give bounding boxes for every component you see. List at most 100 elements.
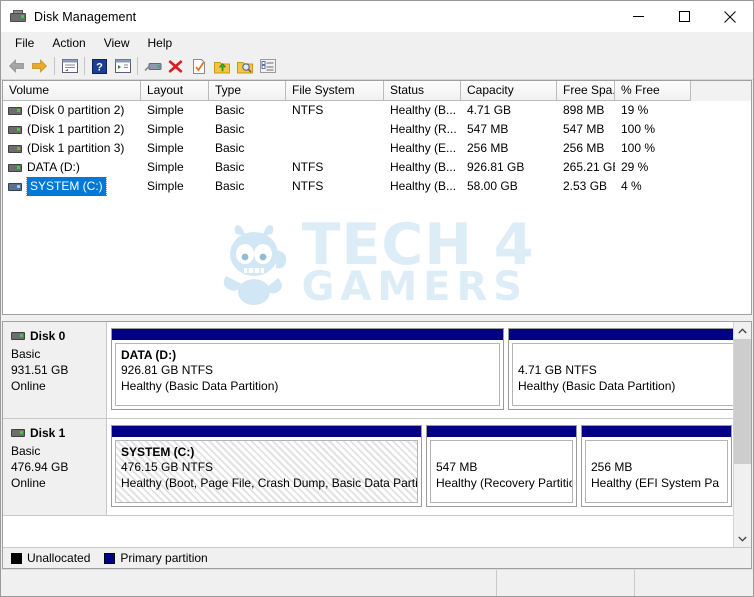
menu-view[interactable]: View	[95, 34, 139, 52]
menu-file[interactable]: File	[6, 34, 43, 52]
partition-title: DATA (D:)	[121, 348, 177, 362]
scroll-up-icon[interactable]	[734, 322, 751, 339]
unallocated-swatch-icon	[11, 552, 22, 564]
status-pane-2	[497, 570, 635, 596]
table-row[interactable]: DATA (D:) Simple Basic NTFS Healthy (B..…	[3, 158, 751, 177]
cell-free-space: 898 MB	[563, 103, 605, 117]
graphical-view-pane[interactable]: Disk 0 Basic 931.51 GB Online DATA (D:) …	[2, 321, 752, 569]
disk-size: 931.51 GB	[11, 363, 69, 377]
partition-block[interactable]: 4.71 GB NTFS Healthy (Basic Data Partiti…	[508, 328, 733, 410]
create-vhd-icon[interactable]	[233, 55, 256, 77]
table-row[interactable]: (Disk 1 partition 3) Simple Basic Health…	[3, 139, 751, 158]
cell-capacity: 256 MB	[467, 141, 509, 155]
table-row[interactable]: (Disk 0 partition 2) Simple Basic NTFS H…	[3, 101, 751, 120]
column-header-free-space[interactable]: Free Spa...	[557, 81, 615, 101]
menu-help[interactable]: Help	[139, 34, 182, 52]
toolbar-separator	[54, 57, 55, 75]
cell-free-space: 2.53 GB	[563, 179, 608, 193]
show-hide-action-pane-icon[interactable]	[111, 55, 134, 77]
menu-action[interactable]: Action	[43, 34, 94, 52]
legend: Unallocated Primary partition	[3, 547, 751, 568]
cell-percent-free: 100 %	[621, 122, 656, 136]
mascot-icon	[223, 225, 286, 305]
column-header-percent-free[interactable]: % Free	[615, 81, 691, 101]
cell-percent-free: 100 %	[621, 141, 656, 155]
column-header-type[interactable]: Type	[209, 81, 286, 101]
partition-size-fs: 256 MB	[591, 460, 633, 474]
cell-volume[interactable]: (Disk 0 partition 2)	[3, 101, 141, 120]
cell-volume[interactable]: SYSTEM (C:)	[3, 177, 141, 196]
column-header-file-system[interactable]: File System	[286, 81, 384, 101]
status-pane-1	[1, 570, 497, 596]
column-header-capacity[interactable]: Capacity	[461, 81, 557, 101]
disk-name: Disk 1	[30, 426, 66, 440]
column-header-layout[interactable]: Layout	[141, 81, 209, 101]
cell-layout: Simple	[147, 179, 184, 193]
table-row[interactable]: (Disk 1 partition 2) Simple Basic Health…	[3, 120, 751, 139]
partition-health: Healthy (Basic Data Partition)	[121, 379, 279, 393]
volume-drive-icon	[8, 106, 22, 115]
partition-block[interactable]: 547 MB Healthy (Recovery Partitio	[426, 425, 577, 507]
minimize-button[interactable]	[615, 1, 661, 32]
disk-title-1: Disk 1	[11, 426, 106, 440]
all-tasks-icon[interactable]	[256, 55, 279, 77]
partition-details: SYSTEM (C:) 476.15 GB NTFS Healthy (Boot…	[115, 440, 418, 503]
menu-bar: File Action View Help	[1, 32, 753, 53]
cell-capacity: 547 MB	[467, 122, 509, 136]
cell-volume[interactable]: (Disk 1 partition 3)	[3, 139, 141, 158]
cell-percent-free: 4 %	[621, 179, 642, 193]
rescan-disks-icon[interactable]	[141, 55, 164, 77]
disk-title-0: Disk 0	[11, 329, 106, 343]
partition-health: Healthy (Recovery Partitio	[436, 476, 573, 490]
disk-row-1[interactable]: Disk 1 Basic 476.94 GB Online SYSTEM (C:…	[3, 419, 733, 516]
volume-drive-icon	[8, 182, 22, 191]
help-icon[interactable]: ?	[88, 55, 111, 77]
status-pane-3	[635, 570, 753, 596]
close-button[interactable]	[707, 1, 753, 32]
legend-label: Unallocated	[27, 551, 91, 565]
disk-list: Disk 0 Basic 931.51 GB Online DATA (D:) …	[3, 322, 733, 547]
scroll-down-icon[interactable]	[734, 530, 751, 547]
properties-icon[interactable]	[187, 55, 210, 77]
disk-info-1[interactable]: Disk 1 Basic 476.94 GB Online	[3, 419, 107, 515]
attach-vhd-icon[interactable]	[210, 55, 233, 77]
partition-block[interactable]: 256 MB Healthy (EFI System Pa	[581, 425, 732, 507]
cell-type: Basic	[215, 141, 245, 155]
disk-name: Disk 0	[30, 329, 66, 343]
disk-info-0[interactable]: Disk 0 Basic 931.51 GB Online	[3, 322, 107, 418]
cell-volume[interactable]: (Disk 1 partition 2)	[3, 120, 141, 139]
forward-arrow-icon[interactable]	[28, 55, 51, 77]
column-header-volume[interactable]: Volume	[3, 81, 141, 101]
delete-icon[interactable]	[164, 55, 187, 77]
disk-row-0[interactable]: Disk 0 Basic 931.51 GB Online DATA (D:) …	[3, 322, 733, 419]
disk-management-window: Disk Management File Action View Help ? …	[0, 0, 754, 597]
scrollbar-track[interactable]	[734, 339, 751, 530]
volume-list-header: Volume Layout Type File System Status Ca…	[3, 81, 751, 101]
column-header-status[interactable]: Status	[384, 81, 461, 101]
legend-item-primary-partition: Primary partition	[104, 551, 208, 565]
cell-file-system	[286, 120, 384, 139]
show-hide-console-tree-icon[interactable]	[58, 55, 81, 77]
partition-type-bar	[427, 426, 576, 437]
volume-drive-icon	[8, 144, 22, 153]
cell-file-system	[286, 139, 384, 158]
watermark-line2: GAMERS	[301, 264, 529, 311]
toolbar-separator	[84, 57, 85, 75]
cell-capacity: 58.00 GB	[467, 179, 518, 193]
maximize-button[interactable]	[661, 1, 707, 32]
legend-label: Primary partition	[120, 551, 208, 565]
cell-layout: Simple	[147, 141, 184, 155]
back-arrow-icon[interactable]	[5, 55, 28, 77]
table-row-selected[interactable]: SYSTEM (C:) Simple Basic NTFS Healthy (B…	[3, 177, 751, 196]
volume-list-pane[interactable]: Volume Layout Type File System Status Ca…	[2, 80, 752, 315]
disk-type: Basic	[11, 347, 41, 361]
partition-type-bar	[582, 426, 731, 437]
volume-label: (Disk 0 partition 2)	[27, 103, 125, 117]
cell-volume[interactable]: DATA (D:)	[3, 158, 141, 177]
graphical-view-scrollbar[interactable]	[733, 322, 751, 547]
toolbar-separator	[137, 57, 138, 75]
partition-block-selected[interactable]: SYSTEM (C:) 476.15 GB NTFS Healthy (Boot…	[111, 425, 422, 507]
partition-block[interactable]: DATA (D:) 926.81 GB NTFS Healthy (Basic …	[111, 328, 504, 410]
svg-text:?: ?	[96, 61, 103, 73]
scrollbar-thumb[interactable]	[734, 339, 751, 464]
